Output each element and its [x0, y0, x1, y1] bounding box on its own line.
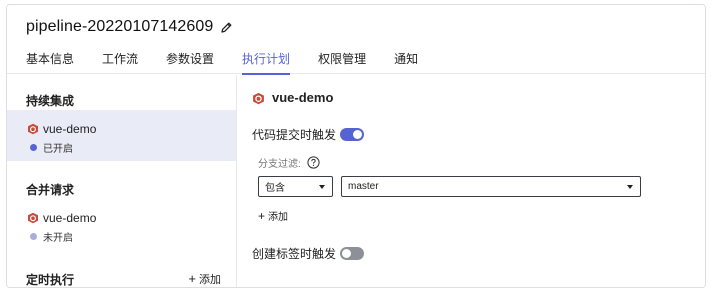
pipeline-settings-window: pipeline-20220107142609 基本信息 工作流 参数设置 执行… — [6, 4, 706, 288]
commit-trigger-label: 代码提交时触发 — [252, 128, 337, 142]
tag-trigger-toggle[interactable] — [340, 247, 365, 260]
add-branch-filter-label: 添加 — [268, 212, 289, 223]
pencil-icon[interactable] — [220, 21, 233, 34]
add-branch-filter-button[interactable]: + 添加 — [258, 208, 289, 224]
commit-trigger-toggle[interactable] — [340, 128, 365, 141]
trigger-sidebar: 持续集成 vue-demo 已开启 合并请求 vue-demo 未开启 定时执行… — [7, 75, 237, 287]
section-title-ci: 持续集成 — [26, 94, 75, 108]
detail-title: vue-demo — [272, 90, 334, 105]
status-text: 已开启 — [43, 144, 73, 155]
title-row: pipeline-20220107142609 — [26, 18, 233, 36]
sidebar-item-label: vue-demo — [43, 211, 97, 225]
add-schedule-button[interactable]: + 添加 — [188, 271, 221, 287]
tab-basic-info[interactable]: 基本信息 — [26, 51, 74, 74]
branch-select[interactable]: master — [341, 176, 641, 197]
repository-icon — [27, 123, 39, 135]
commit-trigger-row: 代码提交时触发 — [252, 126, 365, 143]
sidebar-item-merge-vue-demo[interactable]: vue-demo 未开启 — [7, 211, 236, 247]
match-mode-select[interactable]: 包含 — [258, 176, 333, 197]
page-title: pipeline-20220107142609 — [26, 18, 214, 35]
chevron-down-icon — [319, 184, 325, 189]
branch-filter-label: 分支过滤: — [258, 159, 301, 170]
help-icon[interactable] — [307, 156, 320, 169]
tab-execution-plan[interactable]: 执行计划 — [242, 51, 291, 75]
section-title-merge-request: 合并请求 — [26, 183, 75, 197]
tab-permissions[interactable]: 权限管理 — [318, 51, 366, 74]
section-title-schedule: 定时执行 — [26, 273, 75, 287]
chevron-down-icon — [627, 184, 633, 189]
tab-parameters[interactable]: 参数设置 — [166, 51, 214, 74]
tab-workflow[interactable]: 工作流 — [102, 51, 138, 74]
branch-filter-row: 分支过滤: — [258, 155, 320, 170]
tag-trigger-label: 创建标签时触发 — [252, 247, 337, 261]
repository-icon — [27, 212, 39, 224]
repository-icon — [252, 92, 264, 104]
status-dot-disabled — [30, 233, 37, 240]
page-header: pipeline-20220107142609 基本信息 工作流 参数设置 执行… — [7, 5, 705, 75]
tab-notifications[interactable]: 通知 — [394, 51, 418, 74]
tab-bar: 基本信息 工作流 参数设置 执行计划 权限管理 通知 — [26, 51, 446, 75]
match-mode-value: 包含 — [265, 183, 285, 194]
status-dot-enabled — [30, 144, 37, 151]
branch-value: master — [348, 181, 379, 192]
tag-trigger-row: 创建标签时触发 — [252, 245, 365, 262]
sidebar-item-label: vue-demo — [43, 122, 97, 136]
add-schedule-label: 添加 — [199, 274, 221, 286]
status-text: 未开启 — [43, 233, 73, 244]
sidebar-item-ci-vue-demo[interactable]: vue-demo 已开启 — [7, 110, 236, 161]
plus-icon: + — [258, 208, 266, 223]
plus-icon: + — [188, 271, 196, 286]
detail-header: vue-demo — [252, 90, 333, 105]
trigger-detail-panel: vue-demo 代码提交时触发 分支过滤: 包含 master + 添加 创建… — [238, 75, 705, 287]
